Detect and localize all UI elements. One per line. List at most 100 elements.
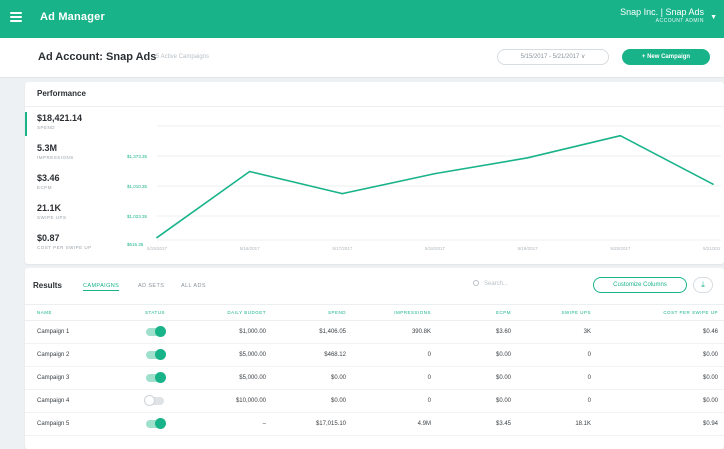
search-input[interactable]: Search... bbox=[473, 280, 563, 292]
status-toggle[interactable] bbox=[146, 326, 166, 337]
col-daily-budget[interactable]: DAILY BUDGET bbox=[185, 304, 272, 321]
col-name[interactable]: NAME bbox=[25, 304, 125, 321]
data-point bbox=[248, 170, 251, 173]
y-tick-label: $615.35 bbox=[127, 242, 144, 247]
status-toggle[interactable] bbox=[146, 372, 166, 383]
cell-daily-budget: – bbox=[185, 412, 272, 436]
cell-daily-budget: $5,000.00 bbox=[185, 366, 272, 390]
campaigns-table: NAME STATUS DAILY BUDGET SPEND IMPRESSIO… bbox=[25, 304, 724, 436]
performance-card: Performance $18,421.14 SPEND 5.3M IMPRES… bbox=[25, 82, 724, 264]
account-switcher[interactable]: Snap Inc. | Snap Ads ACCOUNT ADMIN bbox=[620, 7, 704, 24]
date-range-picker[interactable]: 5/15/2017 - 5/21/2017 ∨ bbox=[497, 49, 609, 65]
col-cost-per-swipe-up[interactable]: COST PER SWIPE UP bbox=[597, 304, 724, 321]
y-tick-label: $1,023.35 bbox=[127, 214, 148, 219]
cell-cost-per-swipe-up: $0.00 bbox=[597, 343, 724, 367]
new-campaign-button[interactable]: + New Campaign bbox=[622, 49, 710, 65]
metric-cost-per-swipe-up[interactable]: $0.87 COST PER SWIPE UP bbox=[25, 228, 125, 258]
status-toggle[interactable] bbox=[146, 349, 166, 360]
cell-cost-per-swipe-up: $0.00 bbox=[597, 389, 724, 413]
top-bar: Ad Manager Snap Inc. | Snap Ads ACCOUNT … bbox=[0, 0, 724, 38]
cell-name[interactable]: Campaign 1 bbox=[25, 320, 125, 344]
toggle-knob bbox=[144, 395, 155, 406]
data-point bbox=[434, 172, 436, 175]
cell-swipe-ups: 3K bbox=[517, 320, 597, 344]
cell-name[interactable]: Campaign 3 bbox=[25, 366, 125, 390]
cell-impressions: 0 bbox=[352, 343, 437, 367]
toggle-knob bbox=[155, 372, 166, 383]
table-row[interactable]: Campaign 1 $1,000.00 $1,406.05 390.8K $3.60 3… bbox=[25, 320, 724, 344]
metric-impressions[interactable]: 5.3M IMPRESSIONS bbox=[25, 138, 125, 168]
cell-impressions: 4.9M bbox=[352, 412, 437, 436]
col-impressions[interactable]: IMPRESSIONS bbox=[352, 304, 437, 321]
tab-ad-sets[interactable]: AD SETS bbox=[138, 283, 164, 289]
metric-value: 21.1K bbox=[37, 203, 62, 213]
metric-label: SWIPE UPS bbox=[37, 215, 67, 220]
x-tick-label: 5/19/2017 bbox=[518, 246, 539, 251]
x-tick-label: 5/21/2017 bbox=[703, 246, 721, 251]
cell-spend: $1,406.05 bbox=[272, 320, 352, 344]
metric-spend[interactable]: $18,421.14 SPEND bbox=[25, 108, 125, 138]
cell-swipe-ups: 0 bbox=[517, 389, 597, 413]
account-org-name: Snap Inc. | Snap Ads bbox=[620, 7, 704, 17]
cell-swipe-ups: 0 bbox=[517, 366, 597, 390]
col-swipe-ups[interactable]: SWIPE UPS bbox=[517, 304, 597, 321]
cell-name[interactable]: Campaign 2 bbox=[25, 343, 125, 367]
cell-ecpm: $0.00 bbox=[437, 389, 517, 413]
status-toggle[interactable] bbox=[146, 418, 166, 429]
metric-label: ECPM bbox=[37, 185, 53, 190]
table-row[interactable]: Campaign 5 – $17,015.10 4.9M $3.45 18.1K $0.94 bbox=[25, 412, 724, 436]
cell-ecpm: $0.00 bbox=[437, 343, 517, 367]
series-line bbox=[156, 134, 714, 239]
account-role: ACCOUNT ADMIN bbox=[655, 18, 704, 24]
cell-daily-budget: $5,000.00 bbox=[185, 343, 272, 367]
cell-ecpm: $3.60 bbox=[437, 320, 517, 344]
table-row[interactable]: Campaign 2 $5,000.00 $468.12 0 $0.00 0 $0.00 bbox=[25, 343, 724, 367]
hamburger-menu-icon[interactable] bbox=[10, 12, 22, 22]
cell-impressions: 390.8K bbox=[352, 320, 437, 344]
metric-label: IMPRESSIONS bbox=[37, 155, 74, 160]
data-point bbox=[619, 134, 622, 137]
toggle-knob bbox=[155, 418, 166, 429]
data-point bbox=[341, 192, 344, 195]
customize-columns-button[interactable]: Customize Columns bbox=[593, 277, 687, 293]
tab-all-ads[interactable]: ALL ADS bbox=[181, 283, 206, 289]
x-tick-label: 5/15/2017 bbox=[147, 246, 168, 251]
search-placeholder: Search... bbox=[484, 281, 509, 287]
cell-name[interactable]: Campaign 4 bbox=[25, 389, 125, 413]
app-title: Ad Manager bbox=[40, 11, 105, 23]
col-spend[interactable]: SPEND bbox=[272, 304, 352, 321]
toggle-knob bbox=[155, 326, 166, 337]
cell-impressions: 0 bbox=[352, 389, 437, 413]
cell-status bbox=[125, 412, 185, 436]
col-ecpm[interactable]: ECPM bbox=[437, 304, 517, 321]
cell-name[interactable]: Campaign 5 bbox=[25, 412, 125, 436]
table-row[interactable]: Campaign 4 $10,000.00 $0.00 0 $0.00 0 $0.00 bbox=[25, 389, 724, 413]
cell-spend: $468.12 bbox=[272, 343, 352, 367]
cell-cost-per-swipe-up: $0.46 bbox=[597, 320, 724, 344]
cell-cost-per-swipe-up: $0.94 bbox=[597, 412, 724, 436]
cell-swipe-ups: 0 bbox=[517, 343, 597, 367]
download-icon[interactable]: ⤓ bbox=[693, 277, 713, 293]
tab-campaigns[interactable]: CAMPAIGNS bbox=[83, 283, 120, 291]
status-toggle[interactable] bbox=[144, 395, 164, 406]
cell-swipe-ups: 18.1K bbox=[517, 412, 597, 436]
metric-ecpm[interactable]: $3.46 ECPM bbox=[25, 168, 125, 198]
cell-spend: $0.00 bbox=[272, 389, 352, 413]
active-campaigns-count: 5 Active Campaigns bbox=[156, 54, 210, 60]
cell-ecpm: $3.45 bbox=[437, 412, 517, 436]
data-point bbox=[156, 236, 158, 239]
performance-divider bbox=[25, 106, 724, 107]
cell-daily-budget: $10,000.00 bbox=[185, 389, 272, 413]
x-tick-label: 5/18/2017 bbox=[425, 246, 446, 251]
table-header-row: NAME STATUS DAILY BUDGET SPEND IMPRESSIO… bbox=[25, 304, 724, 321]
col-status[interactable]: STATUS bbox=[125, 304, 185, 321]
toggle-knob bbox=[155, 349, 166, 360]
metric-swipe-ups[interactable]: 21.1K SWIPE UPS bbox=[25, 198, 125, 228]
x-tick-label: 5/20/2017 bbox=[610, 246, 631, 251]
cell-status bbox=[125, 366, 185, 390]
cell-cost-per-swipe-up: $0.00 bbox=[597, 366, 724, 390]
metric-value: $18,421.14 bbox=[37, 113, 83, 123]
account-caret-icon[interactable]: ▼ bbox=[710, 14, 717, 21]
x-tick-label: 5/16/2017 bbox=[240, 246, 261, 251]
table-row[interactable]: Campaign 3 $5,000.00 $0.00 0 $0.00 0 $0.00 bbox=[25, 366, 724, 390]
